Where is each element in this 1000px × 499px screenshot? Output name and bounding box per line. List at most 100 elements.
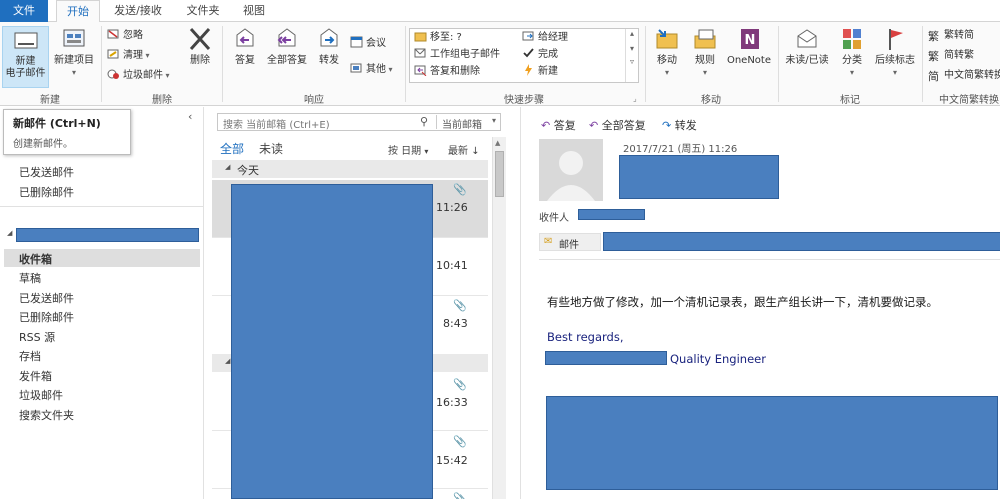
- delete-label: 删除: [190, 55, 210, 66]
- reply-all-button[interactable]: 全部答复: [264, 26, 310, 67]
- quick-step-reply-delete[interactable]: 答复和删除: [414, 64, 480, 80]
- reading-reply-button[interactable]: ↶ 答复: [541, 117, 576, 133]
- filter-all[interactable]: 全部: [220, 140, 244, 157]
- ignore-button[interactable]: 忽略: [107, 28, 143, 44]
- ignore-icon: [107, 28, 120, 40]
- new-email-button[interactable]: 新建 电子邮件: [2, 26, 49, 88]
- reading-pane: ↶ 答复 ↶ 全部答复 ↷ 转发 2017/7/21 (周五) 11:26 收件…: [520, 107, 1000, 499]
- folder-outbox[interactable]: 发件箱: [19, 368, 52, 384]
- check-icon: [522, 47, 535, 59]
- reply-label: 答复: [235, 55, 255, 66]
- folder-sent-favorite[interactable]: 已发送邮件: [19, 164, 74, 180]
- quick-step-done[interactable]: 完成: [522, 47, 558, 63]
- t2s-icon: 繁: [928, 30, 939, 43]
- simplified-to-traditional-button[interactable]: 繁简转繁: [928, 48, 974, 64]
- sort-dropdown-icon: ▾: [424, 147, 429, 156]
- expand-account-icon[interactable]: ◢: [7, 229, 12, 237]
- categorize-label: 分类: [842, 55, 862, 66]
- collapse-pane-icon[interactable]: ‹: [188, 110, 192, 123]
- rules-button[interactable]: 规则 ▾: [688, 26, 722, 79]
- message-time: 16:33: [436, 396, 468, 409]
- tab-file[interactable]: 文件: [0, 0, 48, 22]
- scroll-up-icon[interactable]: ▲: [495, 139, 500, 147]
- folder-drafts[interactable]: 草稿: [19, 270, 41, 286]
- dialog-launcher-icon[interactable]: ⌟: [633, 94, 637, 103]
- subject-redacted: [603, 232, 1000, 251]
- move-to-icon: [414, 30, 427, 42]
- rules-label: 规则: [695, 55, 715, 66]
- folder-archive[interactable]: 存档: [19, 348, 41, 364]
- search-divider: [436, 115, 437, 129]
- move-folder-icon: [653, 26, 681, 52]
- chinese-convert-button[interactable]: 简中文简繁转换: [928, 68, 1000, 84]
- filter-unread[interactable]: 未读: [259, 140, 283, 157]
- scope-dropdown-icon[interactable]: ▾: [492, 116, 496, 125]
- reading-forward-button[interactable]: ↷ 转发: [662, 117, 697, 133]
- quick-step-move-to[interactable]: 移至: ?: [414, 30, 462, 46]
- collapse-group-icon: ◢: [225, 357, 231, 365]
- quick-step-new[interactable]: 新建: [522, 64, 558, 80]
- s2t-icon: 繁: [928, 50, 939, 63]
- reply-button[interactable]: 答复: [228, 26, 262, 67]
- new-email-tooltip: 新邮件 (Ctrl+N) 创建新邮件。: [3, 109, 131, 155]
- recipient-redacted[interactable]: [578, 209, 645, 220]
- reply-delete-icon: [414, 64, 427, 77]
- search-input[interactable]: 搜索 当前邮箱 (Ctrl+E): [223, 116, 330, 131]
- message-date: 2017/7/21 (周五) 11:26: [623, 144, 738, 155]
- group-label-new: 新建: [40, 95, 60, 106]
- ribbon: 新建 电子邮件 新建项目 ▾ 新建 忽略 清理 ▾ 垃圾邮件 ▾ 删除 删除 答…: [0, 22, 1000, 106]
- unread-read-button[interactable]: 未读/已读: [782, 26, 832, 67]
- clean-up-button[interactable]: 清理 ▾: [107, 48, 150, 64]
- meeting-button[interactable]: 会议: [350, 36, 386, 52]
- folder-search[interactable]: 搜索文件夹: [19, 407, 74, 423]
- reading-reply-all-button[interactable]: ↶ 全部答复: [589, 117, 646, 133]
- mail-tab[interactable]: ✉ 邮件: [539, 233, 601, 251]
- folder-deleted-favorite[interactable]: 已删除邮件: [19, 184, 74, 200]
- onenote-button[interactable]: N OneNote: [724, 26, 774, 67]
- team-email-icon: [414, 47, 427, 59]
- folder-deleted[interactable]: 已删除邮件: [19, 309, 74, 325]
- message-time: 10:41: [436, 259, 468, 272]
- sort-by-date[interactable]: 按 日期 ▾: [388, 142, 428, 157]
- search-scope[interactable]: 当前邮箱: [442, 116, 482, 131]
- tab-home[interactable]: 开始: [56, 0, 100, 23]
- more-respond-button[interactable]: 其他 ▾: [350, 62, 393, 78]
- categorize-button[interactable]: 分类 ▾: [836, 26, 868, 79]
- search-box[interactable]: 搜索 当前邮箱 (Ctrl+E) ⚲ 当前邮箱 ▾: [217, 113, 501, 131]
- folder-divider: [0, 206, 204, 207]
- search-icon[interactable]: ⚲: [420, 115, 428, 128]
- message-list-scrollbar[interactable]: ▲: [492, 137, 506, 499]
- clean-up-icon: [107, 48, 120, 60]
- quick-steps-scroll[interactable]: ▴ ▾ ▿: [625, 29, 638, 82]
- new-items-button[interactable]: 新建项目 ▾: [51, 26, 97, 79]
- junk-button[interactable]: 垃圾邮件 ▾: [107, 68, 170, 84]
- quick-step-to-manager[interactable]: 给经理: [522, 30, 568, 46]
- attachment-icon: 📎: [453, 183, 467, 196]
- move-button[interactable]: 移动 ▾: [650, 26, 684, 79]
- folder-rss[interactable]: RSS 源: [19, 329, 55, 345]
- folder-inbox[interactable]: 收件箱: [19, 251, 52, 267]
- signature-title: Quality Engineer: [670, 352, 766, 366]
- folder-sent[interactable]: 已发送邮件: [19, 290, 74, 306]
- forward-button[interactable]: 转发: [312, 26, 346, 67]
- reply-all-label: 全部答复: [267, 55, 307, 66]
- reply-all-icon: [273, 26, 301, 52]
- quick-step-team-email[interactable]: 工作组电子邮件: [414, 47, 500, 63]
- svg-text:N: N: [745, 33, 756, 48]
- tab-folder[interactable]: 文件夹: [178, 0, 228, 22]
- envelope-icon: [793, 26, 821, 52]
- tab-send-receive[interactable]: 发送/接收: [108, 0, 168, 22]
- tooltip-description: 创建新邮件。: [13, 139, 73, 150]
- traditional-to-simplified-button[interactable]: 繁繁转简: [928, 28, 974, 44]
- delete-button[interactable]: 删除: [182, 26, 218, 67]
- arrow-down-icon: ↓: [471, 146, 480, 157]
- header-divider: [539, 259, 1000, 260]
- tab-view[interactable]: 视图: [236, 0, 272, 22]
- folder-junk[interactable]: 垃圾邮件: [19, 387, 63, 403]
- group-header-today[interactable]: ◢ 今天: [212, 160, 488, 178]
- scrollbar-thumb[interactable]: [495, 151, 504, 197]
- sort-order[interactable]: 最新 ↓: [448, 142, 480, 157]
- ribbon-divider: [922, 26, 923, 102]
- account-name-redacted[interactable]: [16, 228, 199, 242]
- follow-up-button[interactable]: 后续标志 ▾: [870, 26, 920, 79]
